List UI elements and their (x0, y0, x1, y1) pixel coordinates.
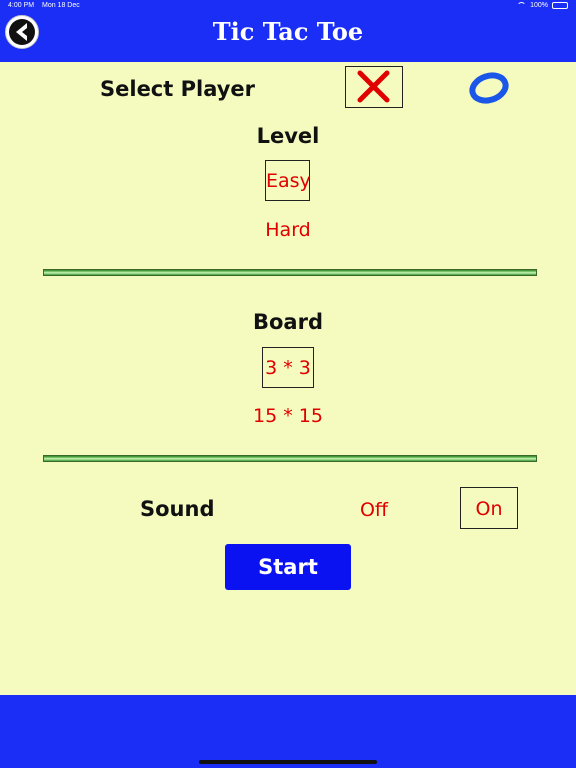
chevron-left-icon (16, 23, 27, 41)
footer-bar (0, 695, 576, 768)
status-time: 4:00 PM (8, 2, 35, 9)
select-player-label: Select Player (100, 77, 256, 101)
battery-percent: 100% (530, 2, 548, 9)
wifi-icon (517, 2, 527, 9)
status-right: 100% (517, 2, 568, 9)
battery-icon (552, 2, 568, 9)
divider (43, 455, 537, 462)
player-x-button[interactable] (345, 66, 403, 108)
o-mark-icon (469, 72, 509, 104)
home-indicator[interactable] (199, 760, 377, 764)
board-option-3x3[interactable]: 3 * 3 (262, 347, 314, 388)
status-bar: 4:00 PM Mon 18 Dec 100% (0, 0, 576, 14)
level-label: Level (256, 124, 320, 148)
x-mark-icon (357, 70, 390, 103)
back-button[interactable] (5, 15, 39, 49)
board-label: Board (253, 310, 323, 334)
page-title: Tic Tac Toe (212, 17, 364, 46)
player-o-button[interactable] (466, 69, 512, 107)
status-date: Mon 18 Dec (42, 2, 80, 9)
header-bar: Tic Tac Toe (0, 14, 576, 62)
divider (43, 269, 537, 276)
sound-option-on[interactable]: On (460, 487, 518, 529)
board-option-15x15[interactable]: 15 * 15 (228, 402, 348, 430)
sound-option-off[interactable]: Off (340, 496, 408, 524)
sound-label: Sound (140, 497, 215, 521)
level-option-easy[interactable]: Easy (265, 160, 311, 201)
level-option-hard[interactable]: Hard (238, 216, 338, 244)
start-button[interactable]: Start (225, 544, 351, 590)
